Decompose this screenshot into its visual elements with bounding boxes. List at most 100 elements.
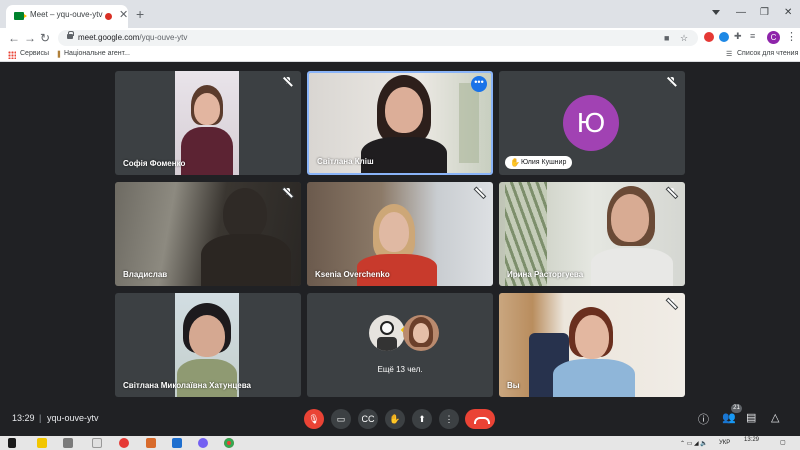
participant-name-chip: ✋ Юлия Кушнир [505,156,573,169]
mic-off-icon [475,188,485,198]
tab-title: Meet – yqu-ouve-ytv [30,10,103,19]
video-feed [499,293,685,397]
reading-list-icon[interactable]: ☰ [726,50,732,58]
participant-tile[interactable]: Владислав [115,182,301,286]
present-screen-button[interactable]: ⬆ [412,409,432,429]
tray-icons[interactable]: ⌃ ▭ ◢ 🔈 [680,440,708,447]
participant-tile[interactable]: Світлана Миколаївна Хатунцева [115,293,301,397]
lock-icon[interactable] [67,31,74,39]
divider: | [39,413,42,423]
tab-close-icon[interactable]: ✕ [119,8,128,21]
extensions-puzzle-icon[interactable]: ✚ [734,31,742,42]
skeleton-avatar-icon [380,321,394,335]
taskbar-app-icon[interactable] [146,438,156,448]
forward-icon[interactable]: → [24,31,36,45]
people-icon[interactable]: 👥 [722,411,736,424]
chat-icon[interactable]: ▤ [746,411,756,424]
tab-search-icon[interactable] [711,7,721,17]
participant-name: Юлия Кушнир [521,159,567,166]
video-figure [177,359,237,397]
bookmark-national-agency[interactable]: Національне агент... [64,50,130,57]
new-tab-button[interactable]: + [136,7,144,21]
apps-grid-icon[interactable] [8,51,16,59]
back-icon[interactable]: ← [8,31,20,45]
participant-name: Ksenia Overchenko [315,270,390,279]
profile-avatar[interactable]: C [767,31,780,44]
video-figure [194,93,220,125]
participant-name: Софія Фоменко [123,159,186,168]
explorer-taskbar-icon[interactable] [37,438,47,448]
meeting-controls-bar: 13:29 | yqu-ouve-ytv 🎙 ▭ CC ✋ ⬆ ⋮ ⓘ 👥 21… [0,402,800,436]
participant-name: Вы [507,381,520,390]
opera-taskbar-icon[interactable] [119,438,129,448]
raised-hand-icon: ✋ [510,158,520,167]
mic-off-icon [283,77,293,87]
mic-off-icon [667,299,677,309]
video-figure [201,234,291,286]
video-figure [385,87,423,133]
chrome-taskbar-icon[interactable] [224,438,234,448]
address-bar[interactable]: meet.google.com/yqu-ouve-ytv ■ ☆ [58,30,698,46]
captions-button[interactable]: CC [358,409,378,429]
close-window-button[interactable]: ✕ [784,7,792,18]
reading-list-button[interactable]: Список для чтения [737,50,798,57]
video-figure [377,337,397,351]
browser-menu-icon[interactable]: ⋮ [786,30,797,43]
taskbar-app-icon[interactable] [92,438,102,448]
browser-tab-meet[interactable]: Meet – yqu-ouve-ytv ✕ [6,5,128,28]
mic-off-icon [283,188,293,198]
mic-toggle-button[interactable]: 🎙 [304,409,324,429]
video-figure [413,323,429,343]
outlook-taskbar-icon[interactable] [172,438,182,448]
restore-window-button[interactable]: ❐ [760,7,769,18]
video-figure [223,188,267,240]
raise-hand-button[interactable]: ✋ [385,409,405,429]
video-figure [189,315,225,357]
meeting-clock: 13:29 [12,413,35,423]
participant-tile-active-speaker[interactable]: ••• Світлана Кліш [307,71,493,175]
participant-name: Ирина Расторгуева [507,270,584,279]
camera-toggle-button[interactable]: ▭ [331,409,351,429]
participant-name: Владислав [123,270,168,279]
participant-tile[interactable]: Ksenia Overchenko [307,182,493,286]
keyboard-language[interactable]: УКР [719,440,730,446]
self-view-tile[interactable]: Вы [499,293,685,397]
more-participants-tile[interactable]: Ещё 13 чел. [307,293,493,397]
participant-name: Світлана Миколаївна Хатунцева [123,381,251,390]
meet-favicon-icon [14,12,27,20]
reload-icon[interactable]: ↻ [40,31,50,45]
notifications-icon[interactable]: ▢ [780,439,786,446]
participant-tile[interactable]: Ю ✋ Юлия Кушнир [499,71,685,175]
more-participants-avatars [369,315,439,353]
vpn-extension-icon[interactable] [719,32,729,42]
camera-in-use-icon[interactable]: ■ [664,33,669,43]
browser-toolbar: ← → ↻ meet.google.com/yqu-ouve-ytv ■ ☆ ✚… [0,28,800,48]
meeting-details-icon[interactable]: ⓘ [698,411,709,427]
bookmark-folder-icon: ❚ [56,51,62,58]
opera-extension-icon[interactable] [704,32,714,42]
taskbar-app-icon[interactable] [63,438,73,448]
video-figure [611,194,649,242]
meeting-code: yqu-ouve-ytv [47,413,99,423]
participant-tile[interactable]: Ирина Расторгуева [499,182,685,286]
activities-icon[interactable]: △ [771,411,779,424]
bookmarks-bar: Сервисы ❚ Національне агент... ☰ Список … [0,48,800,62]
media-control-icon[interactable]: ≡ [750,31,755,41]
video-figure [591,248,673,286]
leave-call-button[interactable] [465,409,495,429]
video-figure [361,137,447,173]
mic-off-icon [667,188,677,198]
minimize-window-button[interactable]: — [736,7,746,18]
url-text[interactable]: meet.google.com/yqu-ouve-ytv [78,33,187,42]
bookmark-services[interactable]: Сервисы [20,50,49,57]
participant-tile[interactable]: Софія Фоменко [115,71,301,175]
bookmark-star-icon[interactable]: ☆ [680,33,688,44]
windows-start-icon[interactable] [8,438,16,448]
tile-more-options-icon[interactable]: ••• [471,76,487,92]
more-options-button[interactable]: ⋮ [439,409,459,429]
viber-taskbar-icon[interactable] [198,438,208,448]
url-path: /yqu-ouve-ytv [139,33,188,42]
recording-dot-icon [105,13,112,20]
participant-avatar: Ю [563,95,619,151]
taskbar-clock[interactable]: 13:29 [744,437,759,443]
